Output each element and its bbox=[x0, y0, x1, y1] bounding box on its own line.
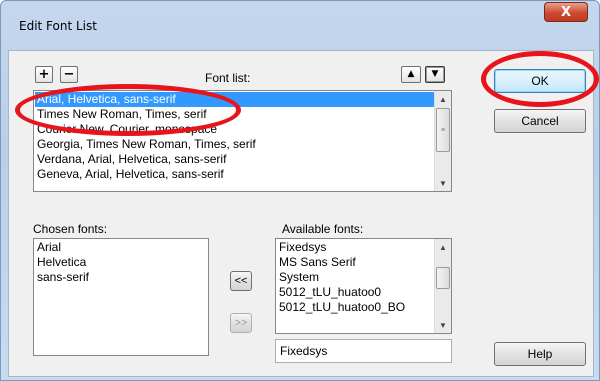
ok-button[interactable]: OK bbox=[494, 69, 586, 93]
move-up-button[interactable]: ▲ bbox=[401, 66, 421, 83]
available-fonts-list[interactable]: Fixedsys MS Sans Serif System 5012_tLU_h… bbox=[275, 238, 452, 334]
minus-icon: − bbox=[63, 67, 75, 82]
add-chosen-button[interactable]: << bbox=[230, 271, 252, 291]
font-list-label: Font list: bbox=[205, 71, 251, 85]
font-list-item[interactable]: Georgia, Times New Roman, Times, serif bbox=[35, 137, 434, 152]
chosen-fonts-list[interactable]: Arial Helvetica sans-serif bbox=[33, 238, 209, 356]
available-font-item[interactable]: 5012_tLU_huatoo0 bbox=[277, 285, 434, 300]
dialog-body: + − Font list: ▲ ▼ Arial, Helvetica, san… bbox=[8, 50, 599, 377]
move-down-button[interactable]: ▼ bbox=[425, 66, 445, 83]
triangle-up-icon: ▲ bbox=[407, 69, 415, 79]
font-list-item[interactable]: Courier New, Courier, monospace bbox=[35, 122, 434, 137]
scroll-down-icon[interactable]: ▼ bbox=[435, 175, 451, 191]
font-list-scrollbar[interactable]: ▲ ≡ ▼ bbox=[434, 91, 451, 191]
add-font-button[interactable]: + bbox=[35, 66, 53, 83]
dialog-title: Edit Font List bbox=[19, 19, 97, 33]
font-list-item[interactable]: Arial, Helvetica, sans-serif bbox=[35, 92, 434, 107]
title-bar[interactable]: Edit Font List X bbox=[1, 1, 600, 35]
chosen-font-item[interactable]: sans-serif bbox=[35, 270, 207, 285]
scroll-down-icon[interactable]: ▼ bbox=[435, 317, 451, 333]
remove-chosen-button[interactable]: >> bbox=[230, 313, 252, 333]
cancel-button[interactable]: Cancel bbox=[494, 109, 586, 133]
chosen-fonts-label: Chosen fonts: bbox=[33, 222, 108, 236]
scroll-thumb[interactable] bbox=[436, 267, 450, 289]
remove-font-button[interactable]: − bbox=[60, 66, 78, 83]
remove-chosen-label: >> bbox=[234, 317, 248, 329]
close-button[interactable]: X bbox=[544, 2, 588, 22]
scroll-up-icon[interactable]: ▲ bbox=[435, 91, 451, 107]
scroll-up-icon[interactable]: ▲ bbox=[435, 239, 451, 255]
help-button[interactable]: Help bbox=[494, 342, 586, 366]
font-list[interactable]: Arial, Helvetica, sans-serif Times New R… bbox=[33, 90, 452, 192]
available-font-item[interactable]: System bbox=[277, 270, 434, 285]
chosen-font-item[interactable]: Arial bbox=[35, 240, 207, 255]
close-icon: X bbox=[560, 4, 572, 20]
font-list-item[interactable]: Times New Roman, Times, serif bbox=[35, 107, 434, 122]
plus-icon: + bbox=[38, 67, 50, 82]
add-chosen-label: << bbox=[234, 275, 248, 287]
available-font-item[interactable]: 5012_tLU_huatoo0_BO bbox=[277, 300, 434, 315]
available-fonts-scrollbar[interactable]: ▲ ▼ bbox=[434, 239, 451, 333]
dialog-window: Edit Font List X + − Font list: ▲ ▼ Aria… bbox=[0, 0, 600, 381]
font-list-item[interactable]: Verdana, Arial, Helvetica, sans-serif bbox=[35, 152, 434, 167]
available-fonts-label: Available fonts: bbox=[282, 222, 364, 236]
font-list-item[interactable]: Geneva, Arial, Helvetica, sans-serif bbox=[35, 167, 434, 182]
available-font-item[interactable]: MS Sans Serif bbox=[277, 255, 434, 270]
chosen-font-item[interactable]: Helvetica bbox=[35, 255, 207, 270]
available-font-item[interactable]: Fixedsys bbox=[277, 240, 434, 255]
scroll-thumb[interactable]: ≡ bbox=[436, 108, 450, 152]
available-font-field[interactable]: Fixedsys bbox=[275, 339, 452, 363]
triangle-down-icon: ▼ bbox=[431, 69, 439, 79]
